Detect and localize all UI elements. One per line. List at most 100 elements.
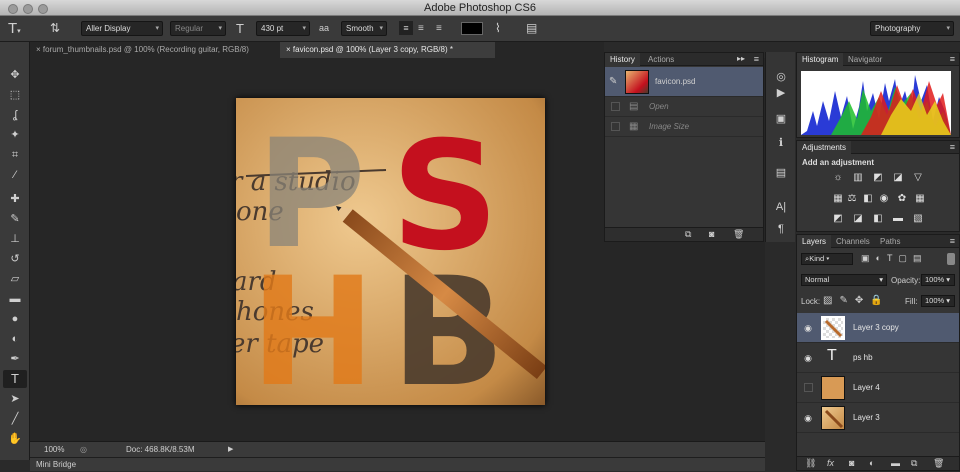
tab-history[interactable]: History	[605, 53, 640, 66]
visibility-eye-icon[interactable]: ◉	[801, 321, 815, 335]
info-panel-icon[interactable]: ℹ	[772, 134, 790, 152]
blur-tool-icon[interactable]: ●	[3, 310, 27, 328]
exposure-icon[interactable]: ◪	[891, 172, 905, 184]
visibility-toggle-off[interactable]	[804, 383, 813, 392]
posterize-icon[interactable]: ◪	[851, 213, 865, 225]
document-canvas[interactable]: r a studio one ard hones er tape P S H B	[236, 98, 545, 405]
tab-actions[interactable]: Actions	[643, 53, 679, 66]
history-step[interactable]: ▤ Open	[605, 97, 763, 117]
line-tool-icon[interactable]: ╱	[3, 410, 27, 428]
lasso-tool-icon[interactable]: ʆ	[3, 106, 27, 124]
panel-menu-icon[interactable]: ≡	[950, 142, 955, 152]
marquee-tool-icon[interactable]: ⬚	[3, 86, 27, 104]
brush-tool-icon[interactable]: ✎	[3, 210, 27, 228]
workspace-select[interactable]: Photography ▾	[870, 21, 954, 36]
panel-menu-icon[interactable]: ≡	[950, 236, 955, 246]
layer-filter-select[interactable]: ⌕Kind ▾	[801, 253, 853, 265]
new-adjustment-layer-icon[interactable]: ◐	[869, 458, 874, 468]
align-center-icon[interactable]: ≡	[418, 20, 424, 37]
panel-menu-icon[interactable]: ≡	[950, 54, 955, 64]
layer-name[interactable]: ps hb	[853, 343, 873, 373]
proof-icon[interactable]: ◎	[80, 442, 87, 458]
warp-text-icon[interactable]: ⌇	[495, 20, 501, 37]
layer-row[interactable]: ◉ Layer 3 copy	[797, 313, 959, 343]
layer-name[interactable]: Layer 3 copy	[853, 313, 899, 343]
eyedropper-tool-icon[interactable]: ⁄	[3, 166, 27, 184]
opacity-input[interactable]: 100% ▾	[921, 274, 955, 286]
vibrance-icon[interactable]: ▽	[911, 172, 925, 184]
black-white-icon[interactable]: ◧	[861, 193, 875, 205]
minimize-window-button[interactable]	[23, 4, 33, 14]
lock-icons[interactable]: ▨✎✥🔒	[823, 295, 890, 306]
type-tool-icon[interactable]: T▾	[8, 20, 21, 40]
filter-toggle[interactable]	[947, 253, 955, 265]
move-tool-icon[interactable]: ✥	[3, 66, 27, 84]
selective-color-icon[interactable]: ▧	[911, 213, 925, 225]
layer-row[interactable]: ◉ T ps hb	[797, 343, 959, 373]
hand-tool-icon[interactable]: ✋	[3, 430, 27, 448]
character-panel-icon[interactable]: A|	[772, 198, 790, 216]
brightness-contrast-icon[interactable]: ☼	[831, 172, 845, 184]
toggle-orientation-icon[interactable]: ⇅	[50, 20, 60, 37]
tab-forum-thumbnails[interactable]: × forum_thumbnails.psd @ 100% (Recording…	[30, 42, 278, 58]
layer-row[interactable]: ◉ Layer 3	[797, 403, 959, 433]
layer-name[interactable]: Layer 4	[853, 373, 880, 403]
healing-brush-tool-icon[interactable]: ✚	[3, 190, 27, 208]
blend-mode-select[interactable]: Normal ▾	[801, 274, 887, 286]
font-size-select[interactable]: 430 pt ▾	[256, 21, 310, 36]
path-selection-tool-icon[interactable]: ➤	[3, 390, 27, 408]
collapse-icon[interactable]: ▸▸	[737, 54, 745, 63]
gradient-map-icon[interactable]: ▬	[891, 213, 905, 225]
tab-favicon[interactable]: × favicon.psd @ 100% (Layer 3 copy, RGB/…	[280, 42, 495, 58]
camera-icon[interactable]: ◙	[709, 229, 714, 239]
antialias-select[interactable]: Smooth ▾	[341, 21, 387, 36]
color-balance-icon[interactable]: ⚖	[845, 193, 859, 205]
font-style-select[interactable]: Regular ▾	[170, 21, 226, 36]
fill-input[interactable]: 100% ▾	[921, 295, 955, 307]
close-window-button[interactable]	[8, 4, 18, 14]
history-step-checkbox[interactable]	[611, 102, 620, 111]
mini-bridge-tab[interactable]: Mini Bridge	[30, 460, 76, 469]
color-lookup-icon[interactable]: ▦	[913, 193, 927, 205]
visibility-eye-icon[interactable]: ◉	[801, 411, 815, 425]
photo-filter-icon[interactable]: ◉	[877, 193, 891, 205]
panel-menu-icon[interactable]: ≡	[754, 54, 759, 64]
align-left-icon[interactable]: ≡	[399, 21, 413, 35]
clone-stamp-tool-icon[interactable]: ⊥	[3, 230, 27, 248]
tab-histogram[interactable]: Histogram	[797, 53, 844, 66]
history-brush-tool-icon[interactable]: ↺	[3, 250, 27, 268]
pen-tool-icon[interactable]: ✒	[3, 350, 27, 368]
curves-icon[interactable]: ◩	[871, 172, 885, 184]
actions-panel-icon[interactable]: ▶	[772, 84, 790, 102]
tab-adjustments[interactable]: Adjustments	[797, 141, 852, 154]
align-right-icon[interactable]: ≡	[436, 20, 442, 37]
layer-comps-icon[interactable]: ▤	[772, 164, 790, 182]
visibility-eye-icon[interactable]: ◉	[801, 351, 815, 365]
dodge-tool-icon[interactable]: ◐	[3, 330, 27, 348]
delete-layer-trash-icon[interactable]: 🗑	[933, 458, 944, 469]
link-layers-icon[interactable]: ⛓	[805, 458, 816, 469]
layer-row[interactable]: Layer 4	[797, 373, 959, 403]
history-snapshot[interactable]: ✎ favicon.psd	[605, 67, 763, 97]
text-color-swatch[interactable]	[461, 22, 483, 35]
crop-tool-icon[interactable]: ⌗	[3, 146, 27, 164]
properties-panel-icon[interactable]: ▣	[772, 110, 790, 128]
layer-name[interactable]: Layer 3	[853, 403, 880, 433]
add-mask-icon[interactable]: ◙	[849, 458, 854, 468]
tab-navigator[interactable]: Navigator	[843, 53, 887, 66]
gradient-tool-icon[interactable]: ▬	[3, 290, 27, 308]
font-family-select[interactable]: Aller Display ▾	[81, 21, 163, 36]
tab-layers[interactable]: Layers	[797, 235, 832, 248]
threshold-icon[interactable]: ◧	[871, 213, 885, 225]
zoom-level[interactable]: 100%	[44, 442, 64, 458]
new-document-from-state-icon[interactable]: ⧉	[685, 229, 691, 240]
trash-icon[interactable]: 🗑	[733, 229, 744, 240]
zoom-window-button[interactable]	[38, 4, 48, 14]
history-step-checkbox[interactable]	[611, 122, 620, 131]
tab-channels[interactable]: Channels	[831, 235, 875, 248]
layer-filter-icons[interactable]: ▣◐T▢▤	[861, 253, 927, 264]
type-tool-button[interactable]: T	[3, 370, 27, 388]
magic-wand-tool-icon[interactable]: ✦	[3, 126, 27, 144]
invert-icon[interactable]: ◩	[831, 213, 845, 225]
status-menu-arrow-icon[interactable]: ▶	[228, 442, 233, 458]
